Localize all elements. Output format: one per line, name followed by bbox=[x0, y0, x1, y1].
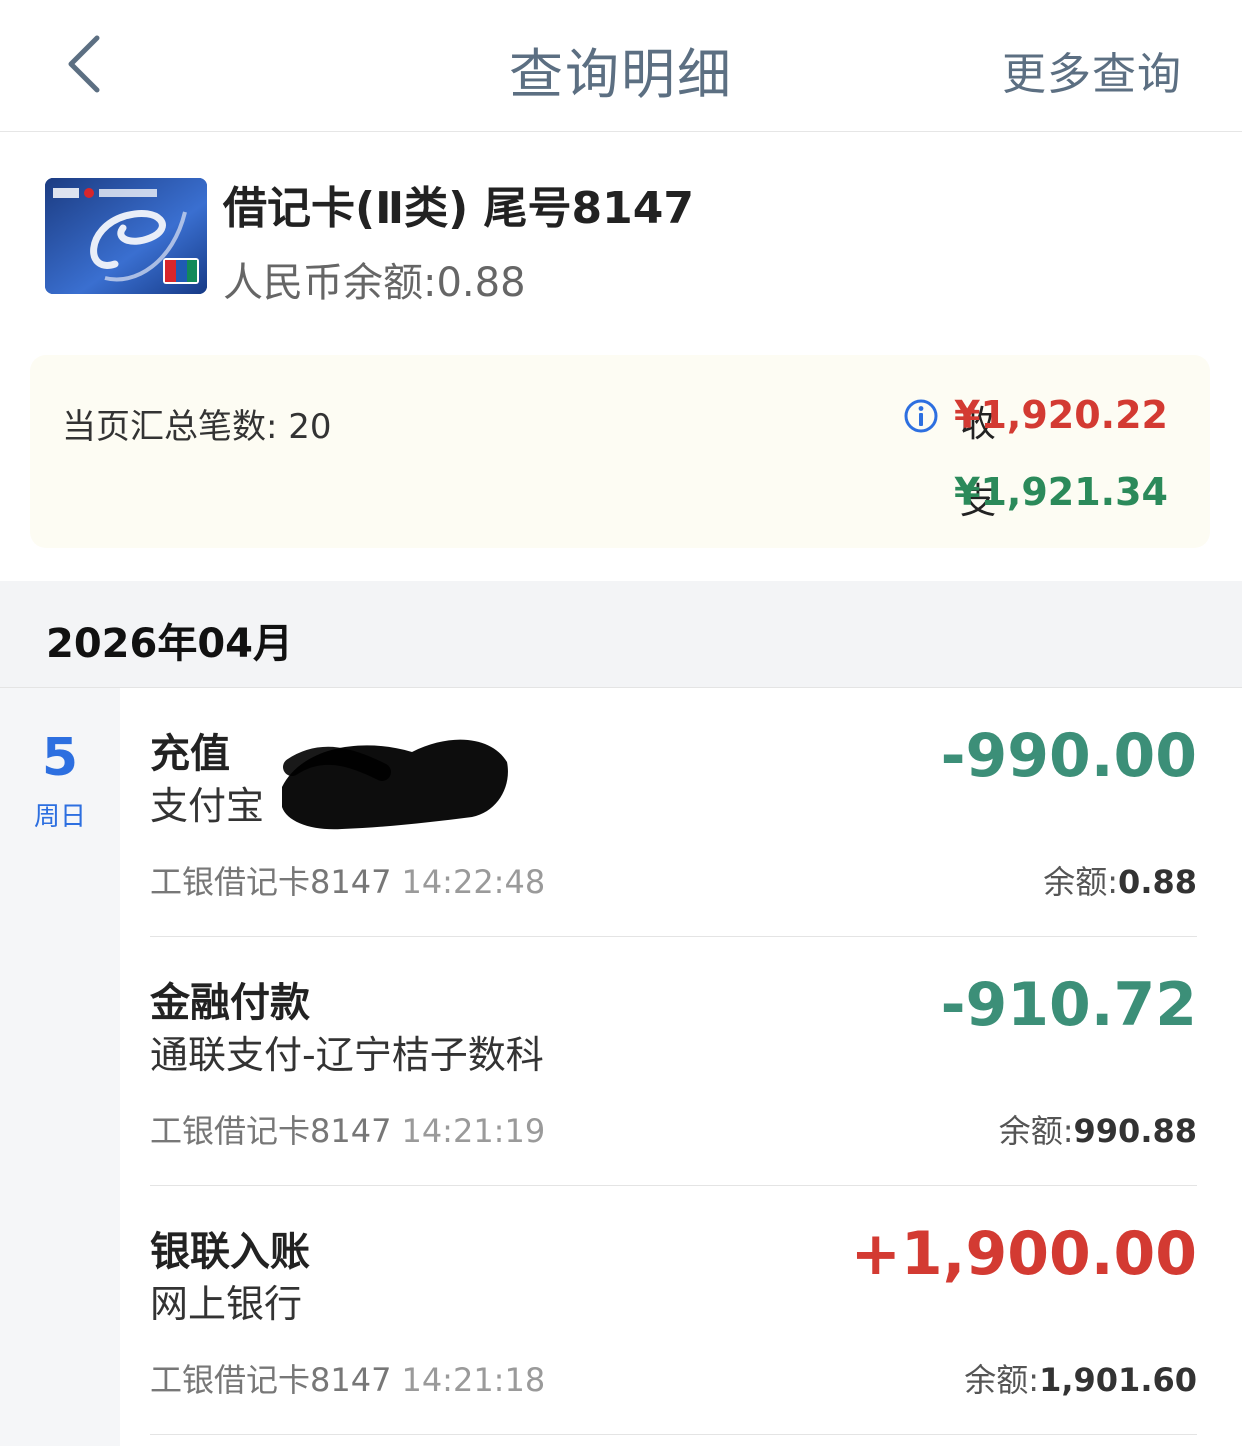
month-header: 2026年04月 bbox=[0, 581, 1242, 688]
day-number: 5 bbox=[41, 728, 79, 788]
transaction-balance: 余额:1,901.60 bbox=[964, 1355, 1197, 1401]
transaction-time: 14:21:18 bbox=[401, 1361, 546, 1399]
expense-value: ¥1,921.34 bbox=[954, 470, 1168, 514]
day-weekday: 周日 bbox=[33, 802, 86, 832]
page-summary-box: 当页汇总笔数: 20 收 ¥1,920.22 支 ¥1,921.34 bbox=[30, 355, 1210, 548]
transaction-balance: 余额:990.88 bbox=[999, 1106, 1197, 1152]
transaction-desc: 网上银行 bbox=[150, 1282, 303, 1326]
transaction-row[interactable]: 充值 支付宝 工银借记卡8147 14:22:48 -990.00 余额:0.88 bbox=[150, 687, 1197, 937]
card-title: 借记卡(Ⅱ类) 尾号8147 bbox=[223, 183, 694, 234]
transaction-desc: 支付宝 bbox=[150, 784, 265, 828]
transaction-card: 工银借记卡8147 bbox=[150, 1361, 392, 1399]
income-value: ¥1,920.22 bbox=[954, 393, 1168, 437]
transaction-meta: 工银借记卡8147 14:22:48 bbox=[150, 857, 545, 903]
day-column: 5 周日 bbox=[0, 688, 120, 1446]
transaction-amount: +1,900.00 bbox=[850, 1219, 1197, 1289]
transaction-row[interactable]: 银联入账 网上银行 工银借记卡8147 14:21:18 +1,900.00 余额… bbox=[150, 1185, 1197, 1435]
transaction-desc: 通联支付-辽宁桔子数科 bbox=[150, 1033, 544, 1077]
more-query-button[interactable]: 更多查询 bbox=[1002, 38, 1182, 102]
transaction-type: 充值 bbox=[150, 731, 230, 777]
top-nav-bar: 查询明细 更多查询 bbox=[0, 0, 1242, 132]
balance-label: 余额: bbox=[998, 1112, 1074, 1150]
redaction-scribble bbox=[272, 727, 512, 837]
transaction-balance: 余额:0.88 bbox=[1043, 857, 1197, 903]
transaction-meta: 工银借记卡8147 14:21:18 bbox=[150, 1355, 545, 1401]
transaction-time: 14:22:48 bbox=[401, 863, 546, 901]
balance-label: 余额: bbox=[1043, 863, 1119, 901]
balance-value: 1,901.60 bbox=[1039, 1361, 1197, 1399]
transaction-card: 工银借记卡8147 bbox=[150, 1112, 392, 1150]
transaction-time: 14:21:19 bbox=[401, 1112, 546, 1150]
balance-value: 990.88 bbox=[1073, 1112, 1197, 1150]
month-label: 2026年04月 bbox=[46, 621, 293, 667]
transaction-amount: -990.00 bbox=[940, 721, 1197, 791]
info-icon[interactable] bbox=[903, 398, 939, 434]
transaction-type: 金融付款 bbox=[150, 980, 310, 1026]
transaction-type: 银联入账 bbox=[150, 1229, 310, 1275]
icbc-card-art bbox=[45, 178, 207, 294]
transaction-amount: -910.72 bbox=[940, 970, 1197, 1040]
balance-value: 0.88 bbox=[1118, 863, 1197, 901]
bank-card-image bbox=[45, 178, 207, 294]
transaction-row[interactable]: 金融付款 通联支付-辽宁桔子数科 工银借记卡8147 14:21:19 -910.… bbox=[150, 936, 1197, 1186]
card-balance: 人民币余额:0.88 bbox=[223, 260, 526, 306]
transaction-card: 工银借记卡8147 bbox=[150, 863, 392, 901]
balance-label: 余额: bbox=[964, 1361, 1040, 1399]
summary-count: 当页汇总笔数: 20 bbox=[62, 407, 332, 447]
transaction-meta: 工银借记卡8147 14:21:19 bbox=[150, 1106, 545, 1152]
